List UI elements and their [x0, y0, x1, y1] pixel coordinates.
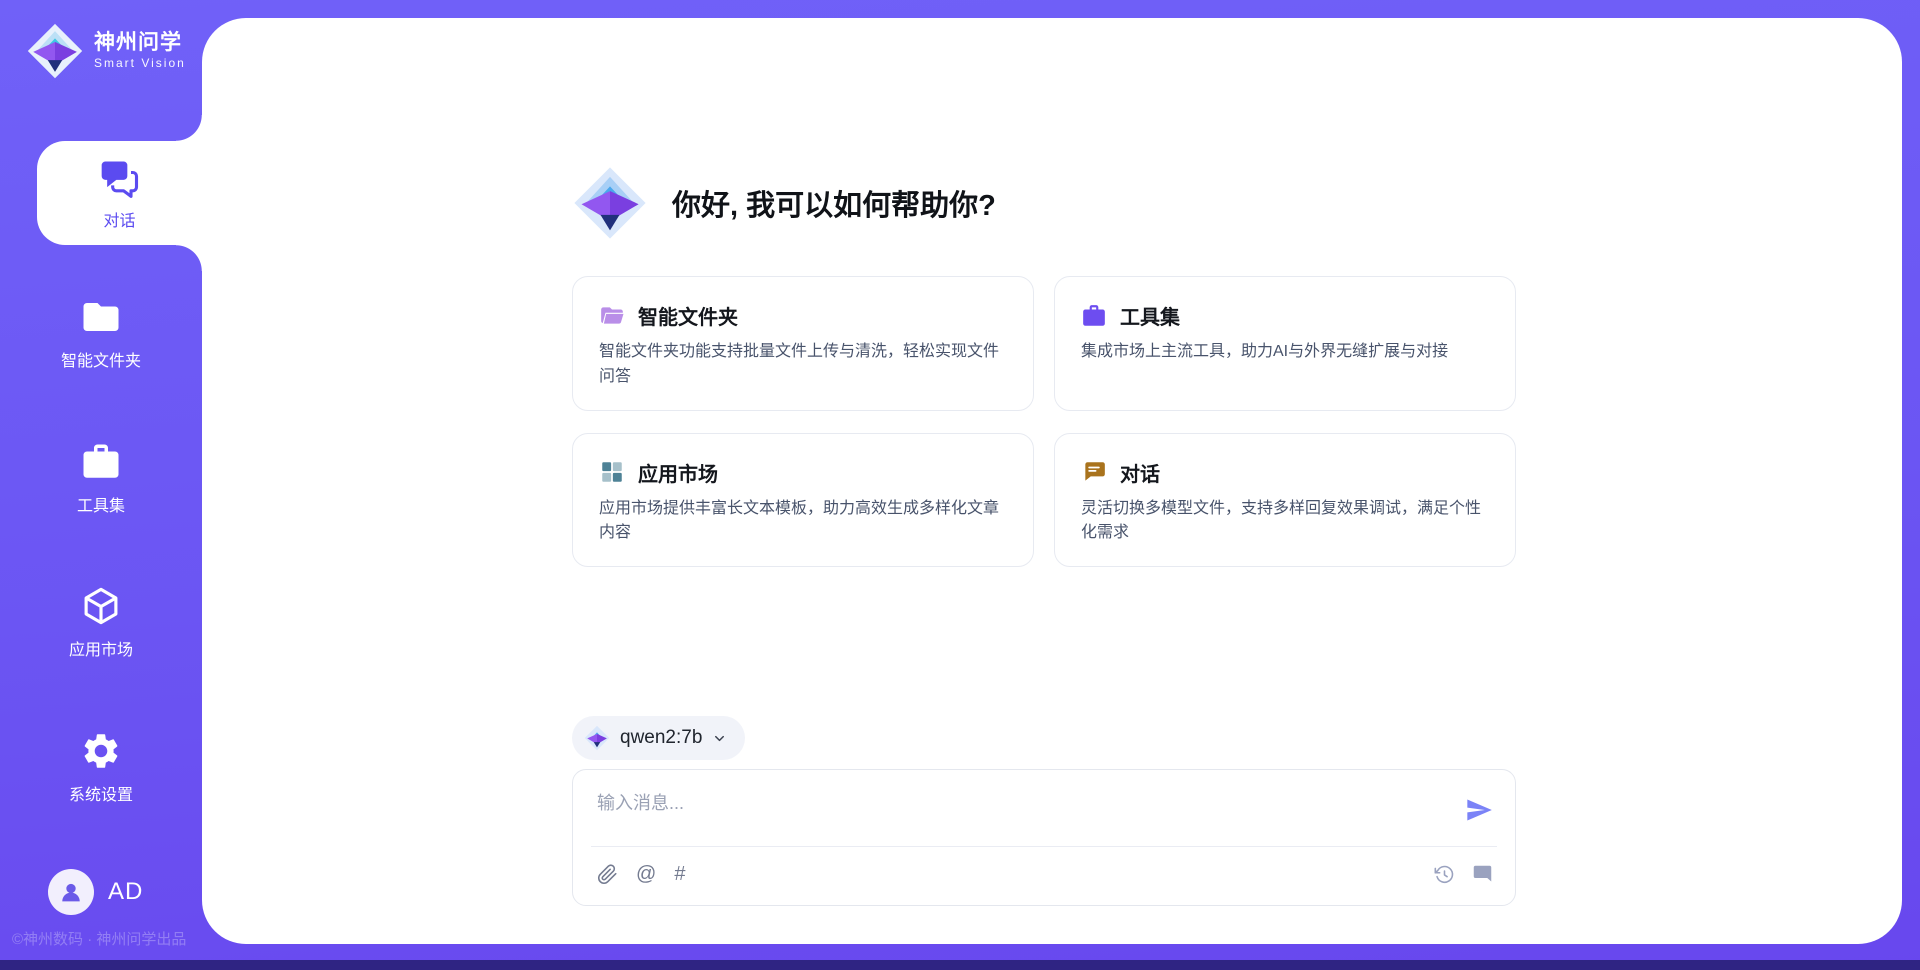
chevron-down-icon — [712, 731, 727, 746]
sidebar-item-settings[interactable]: 系统设置 — [0, 730, 202, 805]
card-title: 对话 — [1120, 458, 1160, 487]
folder-open-icon — [599, 303, 625, 329]
hashtag-icon[interactable]: # — [674, 864, 685, 884]
greeting-text: 你好, 我可以如何帮助你? — [672, 182, 996, 224]
message-composer: @ # — [572, 769, 1516, 906]
sidebar-item-app-market[interactable]: 应用市场 — [0, 585, 202, 660]
card-app-market[interactable]: 应用市场 应用市场提供丰富长文本模板，助力高效生成多样化文章内容 — [572, 433, 1034, 568]
card-toolset[interactable]: 工具集 集成市场上主流工具，助力AI与外界无缝扩展与对接 — [1054, 276, 1516, 411]
sidebar-item-chat[interactable]: 对话 — [37, 141, 202, 245]
card-chat[interactable]: 对话 灵活切换多模型文件，支持多样回复效果调试，满足个性化需求 — [1054, 433, 1516, 568]
feature-cards: 智能文件夹 智能文件夹功能支持批量文件上传与清洗，轻松实现文件问答 工具集 集成… — [572, 276, 1516, 567]
briefcase-icon — [1081, 303, 1107, 329]
card-description: 智能文件夹功能支持批量文件上传与清洗，轻松实现文件问答 — [599, 340, 1007, 390]
bottom-strip — [0, 960, 1920, 970]
gear-icon — [80, 730, 122, 772]
sidebar: 神州问学 Smart Vision 对话 智能文件夹 工具集 应用市场 — [0, 0, 202, 970]
main-panel: 你好, 我可以如何帮助你? 智能文件夹 智能文件夹功能支持批量文件上传与清洗，轻… — [202, 18, 1902, 944]
card-description: 集成市场上主流工具，助力AI与外界无缝扩展与对接 — [1081, 340, 1489, 365]
sidebar-item-label: 对话 — [103, 207, 135, 231]
chat-icon — [1081, 459, 1107, 485]
copyright-text: ©神州数码 · 神州问学出品 — [12, 928, 186, 949]
sidebar-item-label: 应用市场 — [69, 636, 133, 660]
greeting: 你好, 我可以如何帮助你? — [572, 165, 996, 241]
sidebar-item-label: 系统设置 — [69, 781, 133, 805]
diamond-logo-icon — [572, 165, 648, 241]
history-icon[interactable] — [1434, 864, 1455, 885]
brand-logo: 神州问学 Smart Vision — [26, 22, 186, 80]
card-title: 应用市场 — [638, 458, 718, 487]
sidebar-item-smart-folder[interactable]: 智能文件夹 — [0, 296, 202, 371]
user-initials: AD — [108, 878, 143, 906]
person-icon — [57, 878, 85, 906]
briefcase-icon — [80, 441, 122, 483]
diamond-logo-icon — [584, 725, 610, 751]
brand-name: 神州问学 — [94, 31, 186, 54]
sidebar-item-toolset[interactable]: 工具集 — [0, 441, 202, 516]
card-smart-folder[interactable]: 智能文件夹 智能文件夹功能支持批量文件上传与清洗，轻松实现文件问答 — [572, 276, 1034, 411]
diamond-logo-icon — [26, 22, 84, 80]
card-description: 应用市场提供丰富长文本模板，助力高效生成多样化文章内容 — [599, 497, 1007, 547]
card-description: 灵活切换多模型文件，支持多样回复效果调试，满足个性化需求 — [1081, 497, 1489, 547]
user-account[interactable]: AD — [48, 869, 143, 915]
cube-icon — [80, 585, 122, 627]
send-icon[interactable] — [1465, 796, 1493, 824]
avatar — [48, 869, 94, 915]
message-input[interactable] — [597, 790, 1465, 814]
sidebar-item-label: 工具集 — [77, 492, 125, 516]
card-title: 智能文件夹 — [638, 301, 738, 330]
paperclip-icon[interactable] — [597, 864, 618, 885]
folder-icon — [80, 296, 122, 338]
brand-subtitle: Smart Vision — [94, 57, 186, 70]
chat-bubbles-icon — [98, 156, 142, 200]
model-name: qwen2:7b — [620, 727, 702, 749]
sidebar-item-label: 智能文件夹 — [61, 347, 141, 371]
grid-icon — [599, 459, 625, 485]
mention-icon[interactable]: @ — [636, 864, 656, 884]
model-selector[interactable]: qwen2:7b — [572, 716, 745, 760]
chat-bubble-icon[interactable] — [1472, 864, 1493, 885]
card-title: 工具集 — [1120, 301, 1180, 330]
